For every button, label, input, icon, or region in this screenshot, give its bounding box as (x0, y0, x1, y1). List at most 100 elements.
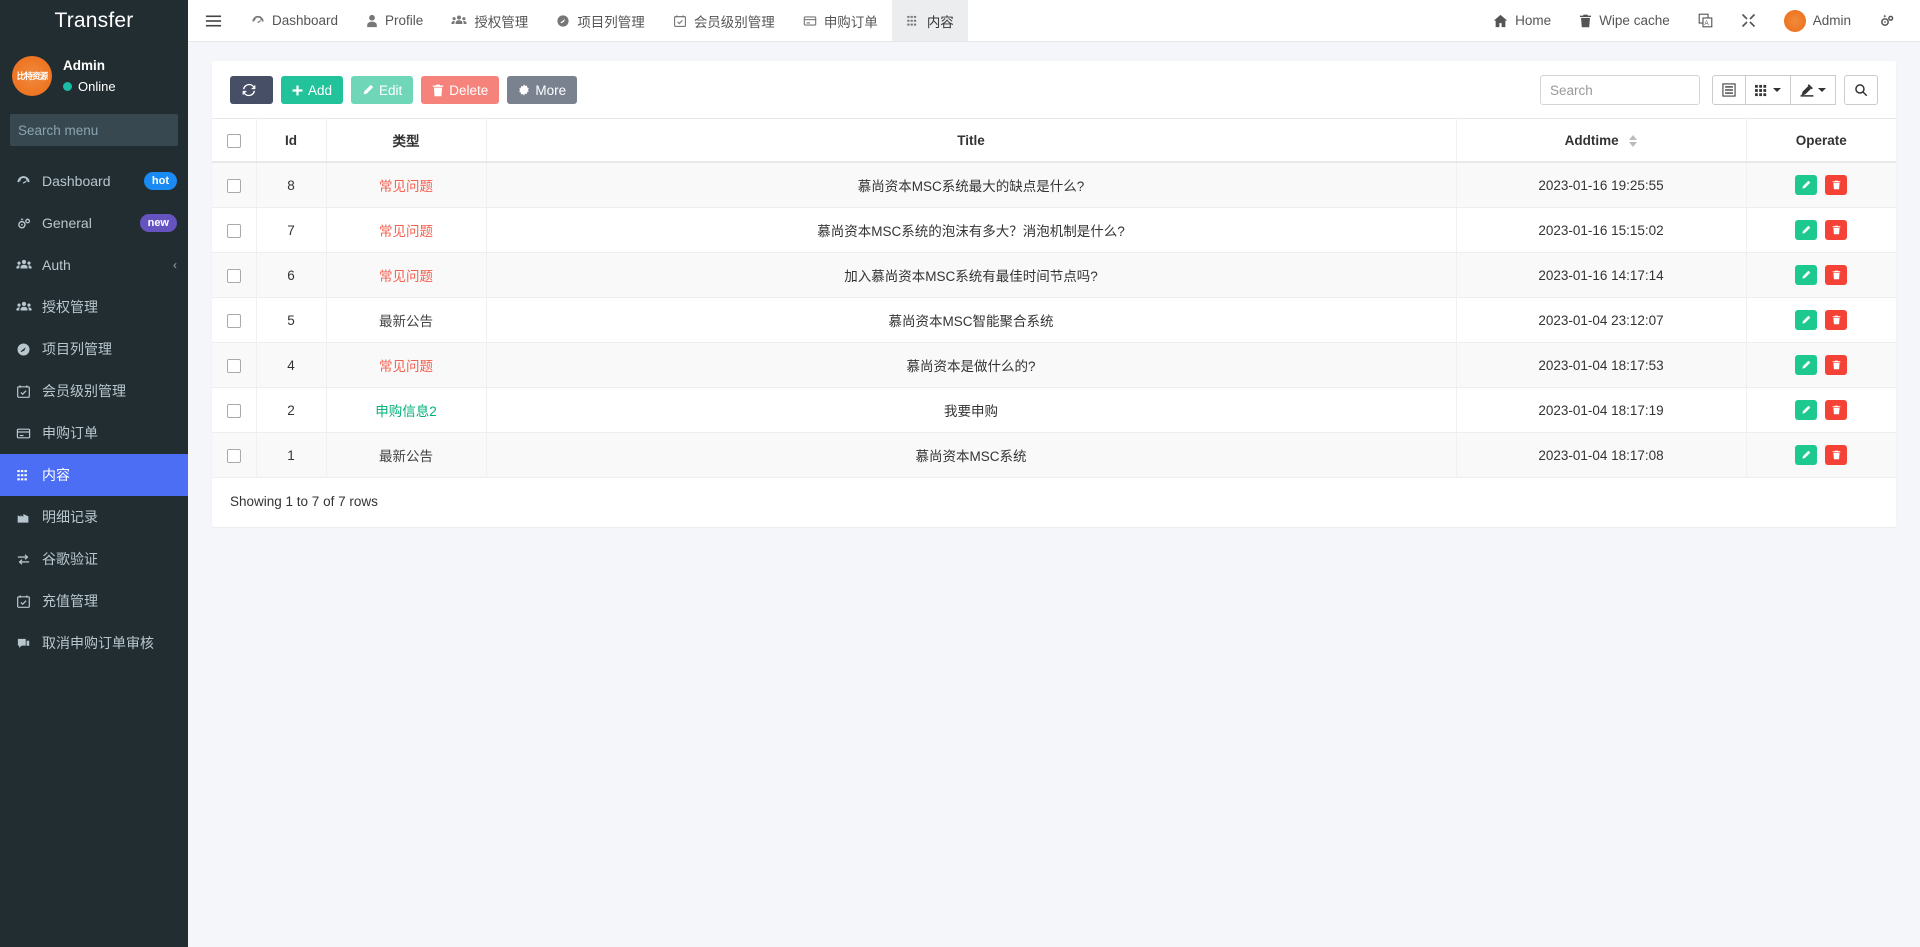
select-all-checkbox[interactable] (226, 133, 241, 148)
table-footer-info: Showing 1 to 7 of 7 rows (230, 494, 378, 509)
row-checkbox[interactable] (226, 358, 241, 373)
row-checkbox-cell[interactable] (212, 297, 257, 343)
row-checkbox[interactable] (226, 178, 241, 193)
row-delete-button[interactable] (1825, 265, 1848, 285)
translate-button[interactable]: A (1684, 0, 1727, 42)
tab-label: 内容 (926, 14, 954, 30)
table-row[interactable]: 4 常见问题 慕尚资本是做什么的? 2023-01-04 18:17:53 (212, 342, 1896, 388)
tab-label: Dashboard (272, 13, 339, 28)
tab-purchase-order[interactable]: 申购订单 (789, 0, 892, 41)
row-checkbox-cell[interactable] (212, 162, 257, 208)
cell-operate (1746, 432, 1896, 478)
more-button[interactable]: More (507, 76, 578, 104)
row-delete-button[interactable] (1825, 175, 1848, 195)
add-button[interactable]: Add (281, 76, 344, 104)
column-header-title[interactable]: Title (486, 118, 1457, 163)
brand-title: Transfer (0, 0, 188, 42)
dashboard-icon (251, 14, 265, 28)
row-delete-button[interactable] (1825, 220, 1848, 240)
export-icon[interactable] (1790, 75, 1836, 105)
sidebar-item-recharge[interactable]: 充值管理 (0, 580, 188, 622)
sidebar-item-detail-records[interactable]: 明细记录 (0, 496, 188, 538)
cell-operate (1746, 252, 1896, 298)
sidebar-item-content[interactable]: 内容 (0, 454, 188, 496)
cell-title: 慕尚资本MSC系统 (486, 432, 1457, 478)
column-header-type[interactable]: 类型 (326, 118, 487, 163)
row-edit-button[interactable] (1795, 400, 1818, 420)
wipe-cache-button[interactable]: Wipe cache (1565, 0, 1684, 42)
table-row[interactable]: 5 最新公告 慕尚资本MSC智能聚合系统 2023-01-04 23:12:07 (212, 297, 1896, 343)
home-button[interactable]: Home (1479, 0, 1565, 42)
row-edit-button[interactable] (1795, 265, 1818, 285)
table-row[interactable]: 6 常见问题 加入慕尚资本MSC系统有最佳时间节点吗? 2023-01-16 1… (212, 252, 1896, 298)
search-toggle-button[interactable] (1844, 75, 1878, 105)
row-delete-button[interactable] (1825, 400, 1848, 420)
row-edit-button[interactable] (1795, 445, 1818, 465)
table-row[interactable]: 8 常见问题 慕尚资本MSC系统最大的缺点是什么? 2023-01-16 19:… (212, 162, 1896, 208)
sidebar-item-dashboard[interactable]: Dashboard hot (0, 160, 188, 202)
row-checkbox[interactable] (226, 403, 241, 418)
row-checkbox[interactable] (226, 268, 241, 283)
fullscreen-button[interactable] (1727, 0, 1770, 42)
sidebar-item-project-list[interactable]: 项目列管理 (0, 328, 188, 370)
tab-content[interactable]: 内容 (891, 0, 968, 41)
table-row[interactable]: 1 最新公告 慕尚资本MSC系统 2023-01-04 18:17:08 (212, 432, 1896, 478)
sidebar-item-label: General (42, 215, 92, 231)
sidebar-item-member-level[interactable]: 会员级别管理 (0, 370, 188, 412)
hamburger-icon[interactable] (188, 0, 237, 41)
sidebar-item-general[interactable]: General new (0, 202, 188, 244)
sidebar-item-authorization[interactable]: 授权管理 (0, 286, 188, 328)
refresh-button[interactable] (230, 76, 273, 104)
sidebar-item-google-auth[interactable]: 谷歌验证 (0, 538, 188, 580)
tab-project-list[interactable]: 项目列管理 (542, 0, 659, 41)
list-view-icon[interactable] (1712, 75, 1746, 105)
row-delete-button[interactable] (1825, 310, 1848, 330)
row-delete-button[interactable] (1825, 355, 1848, 375)
tab-dashboard[interactable]: Dashboard (237, 0, 352, 41)
row-delete-button[interactable] (1825, 445, 1848, 465)
settings-button[interactable] (1865, 0, 1908, 42)
row-checkbox[interactable] (226, 223, 241, 238)
column-header-id[interactable]: Id (256, 118, 327, 163)
cell-id: 4 (256, 342, 327, 388)
user-icon (366, 14, 378, 28)
avatar-label: 比特资源 (16, 70, 48, 81)
row-checkbox-cell[interactable] (212, 252, 257, 298)
tab-member-level[interactable]: 会员级别管理 (659, 0, 789, 41)
sidebar-item-auth[interactable]: Auth ‹ (0, 244, 188, 286)
column-header-addtime[interactable]: Addtime (1456, 118, 1747, 163)
circle-icon (556, 14, 570, 28)
edit-button[interactable]: Edit (351, 76, 414, 104)
sidebar-item-label: 内容 (42, 467, 70, 483)
chevron-left-icon: ‹ (173, 258, 177, 272)
sidebar-badge-hot: hot (143, 172, 177, 190)
table-toolbar: Add Edit Delete More (212, 61, 1896, 118)
table-row[interactable]: 7 常见问题 慕尚资本MSC系统的泡沫有多大？消泡机制是什么? 2023-01-… (212, 207, 1896, 253)
sidebar-search[interactable] (10, 114, 188, 146)
row-edit-button[interactable] (1795, 355, 1818, 375)
row-checkbox-cell[interactable] (212, 342, 257, 388)
row-checkbox-cell[interactable] (212, 207, 257, 253)
cell-title: 慕尚资本MSC系统最大的缺点是什么? (486, 162, 1457, 208)
tab-profile[interactable]: Profile (352, 0, 437, 41)
tab-authorization[interactable]: 授权管理 (437, 0, 542, 41)
sidebar-item-purchase-order[interactable]: 申购订单 (0, 412, 188, 454)
user-menu-button[interactable]: Admin (1770, 0, 1865, 42)
sidebar-item-cancel-order-review[interactable]: 取消申购订单审核 (0, 622, 188, 664)
search-menu-input[interactable] (10, 122, 188, 138)
row-edit-button[interactable] (1795, 310, 1818, 330)
row-edit-button[interactable] (1795, 220, 1818, 240)
delete-button[interactable]: Delete (421, 76, 500, 104)
search-input[interactable] (1540, 75, 1700, 105)
row-checkbox[interactable] (226, 448, 241, 463)
row-checkbox-cell[interactable] (212, 387, 257, 433)
tab-label: 会员级别管理 (693, 14, 775, 30)
row-checkbox-cell[interactable] (212, 432, 257, 478)
sidebar-user-status-label: Online (78, 78, 116, 94)
row-edit-button[interactable] (1795, 175, 1818, 195)
cell-type: 常见问题 (326, 342, 487, 388)
columns-grid-icon[interactable] (1745, 75, 1791, 105)
select-all-header[interactable] (212, 118, 257, 163)
table-row[interactable]: 2 申购信息2 我要申购 2023-01-04 18:17:19 (212, 387, 1896, 433)
row-checkbox[interactable] (226, 313, 241, 328)
